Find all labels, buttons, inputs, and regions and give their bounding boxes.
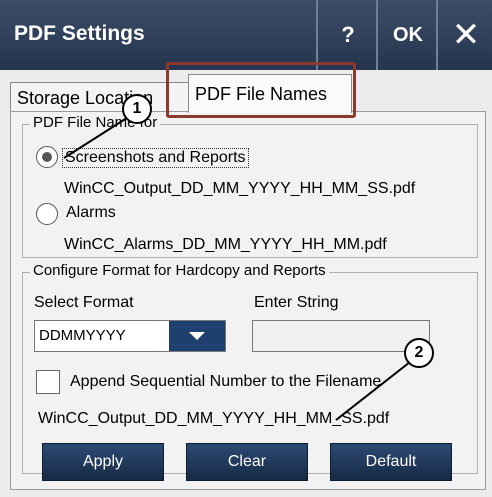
callout-2-badge: 2 (404, 338, 434, 368)
pdf-settings-dialog: PDF Settings ? OK ✕ Storage Location PDF… (0, 0, 492, 497)
callout-1-badge: 1 (122, 94, 152, 124)
callout-1-line (63, 115, 131, 159)
callout-2-line (335, 361, 411, 421)
callout-lines (63, 115, 411, 421)
